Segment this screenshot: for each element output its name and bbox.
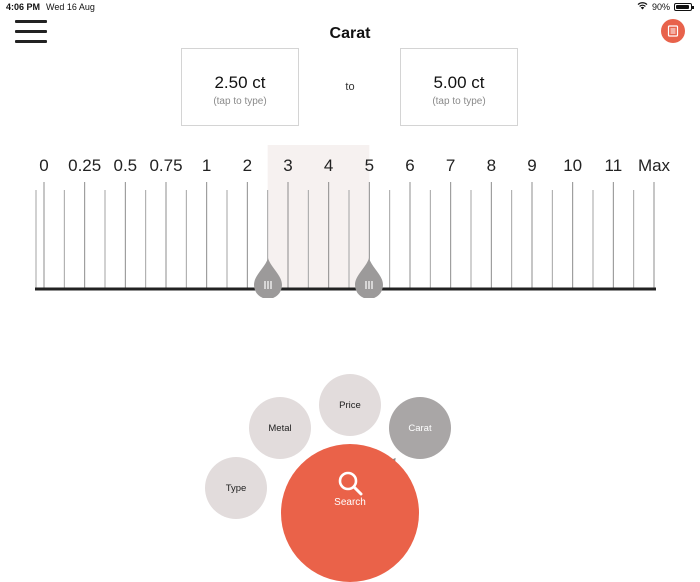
carat-filter-button[interactable]: Carat (389, 397, 451, 459)
ruler-label: 4 (324, 156, 333, 175)
price-filter-button[interactable]: Price (319, 374, 381, 436)
ruler-label: 0.5 (114, 156, 138, 175)
ruler-label: 1 (202, 156, 211, 175)
ruler-label: Max (638, 156, 671, 175)
carat-filter-label: Carat (408, 422, 432, 434)
type-filter-button[interactable]: Type (205, 457, 267, 519)
type-filter-label: Type (225, 482, 247, 494)
search-button[interactable]: Search (281, 444, 419, 582)
metal-filter-button[interactable]: Metal (249, 397, 311, 459)
ruler-label: 2 (243, 156, 252, 175)
max-carat-handle[interactable] (354, 258, 384, 299)
price-filter-label: Price (339, 399, 361, 411)
ruler-label: 0.75 (149, 156, 182, 175)
ruler-label: 0.25 (68, 156, 101, 175)
ruler-label: 8 (487, 156, 496, 175)
ruler-label: 11 (605, 156, 623, 175)
ruler-label: 7 (446, 156, 455, 175)
ruler-label: 9 (527, 156, 536, 175)
ruler-label: 0 (39, 156, 48, 175)
search-label: Search (334, 497, 366, 508)
metal-filter-label: Metal (268, 422, 292, 434)
ruler-label: 3 (283, 156, 292, 175)
ruler-label: 5 (365, 156, 374, 175)
ruler-label: 6 (405, 156, 414, 175)
min-carat-handle[interactable] (253, 258, 283, 299)
ruler-label: 10 (563, 156, 582, 175)
